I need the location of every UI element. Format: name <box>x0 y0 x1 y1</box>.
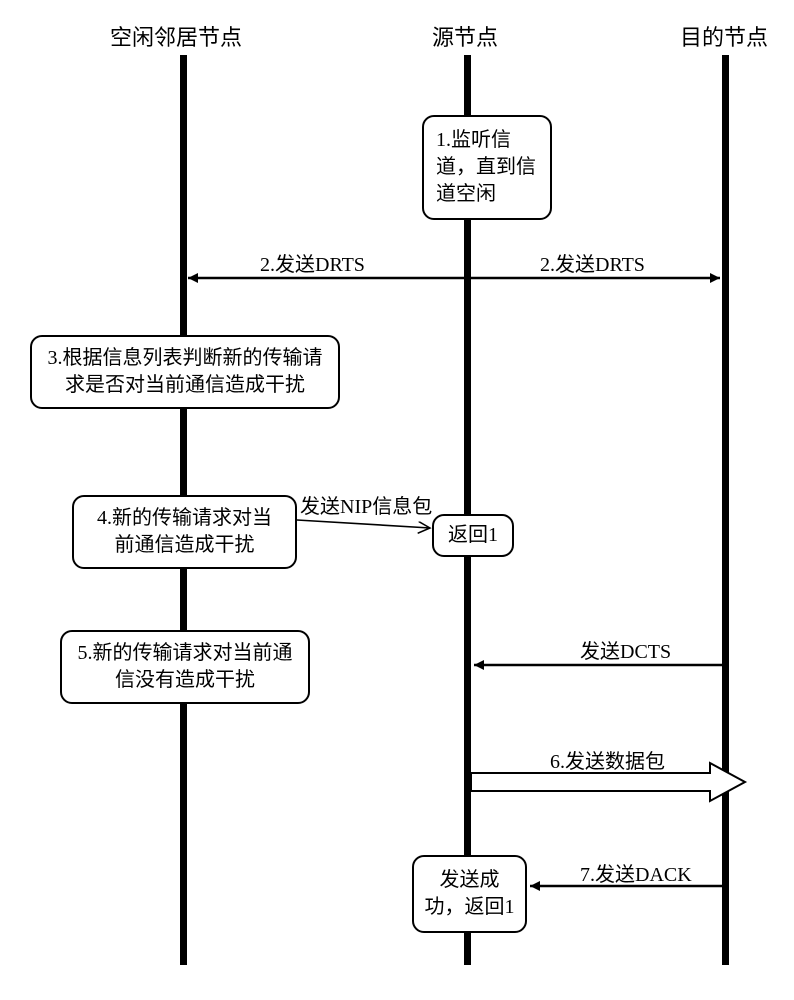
lifeline-dest <box>722 55 729 965</box>
box-send-success: 发送成功，返回1 <box>412 855 527 933</box>
header-idle: 空闲邻居节点 <box>110 20 242 52</box>
label-dack: 7.发送DACK <box>580 858 692 887</box>
box-no-interference: 5.新的传输请求对当前通信没有造成干扰 <box>60 630 310 704</box>
label-data-packet: 6.发送数据包 <box>550 745 665 774</box>
label-dcts: 发送DCTS <box>580 635 671 664</box>
header-source: 源节点 <box>432 20 498 52</box>
label-nip: 发送NIP信息包 <box>300 490 432 519</box>
box-check-interference: 3.根据信息列表判断新的传输请求是否对当前通信造成干扰 <box>30 335 340 409</box>
box-listen-channel: 1.监听信道，直到信道空闲 <box>422 115 552 220</box>
label-drts-left: 2.发送DRTS <box>260 248 365 277</box>
box-return-1: 返回1 <box>432 514 514 557</box>
label-drts-right: 2.发送DRTS <box>540 248 645 277</box>
box-causes-interference: 4.新的传输请求对当前通信造成干扰 <box>72 495 297 569</box>
header-dest: 目的节点 <box>680 20 768 52</box>
